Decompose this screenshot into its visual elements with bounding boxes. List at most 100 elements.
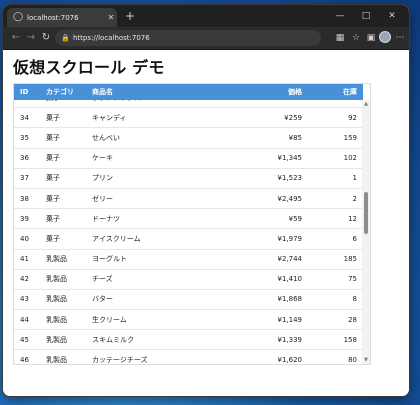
- table-cell-id: 35: [14, 127, 40, 149]
- table-row: 34 菓子 キャンディ ¥259 92: [14, 107, 363, 129]
- table-cell-name: カッテージチーズ: [86, 349, 202, 364]
- table-cell-stock: 158: [308, 329, 363, 351]
- virtual-scroll-container[interactable]: ID カテゴリ 商品名 価格 在庫 34 菓子 キャンディ ¥259 92 35…: [13, 83, 371, 365]
- table-cell-name: ゼリー: [86, 188, 202, 210]
- table-cell-price: ¥85: [202, 127, 308, 149]
- table-cell-category: 菓子: [40, 208, 86, 230]
- table-cell-category: 乳製品: [40, 249, 86, 270]
- product-table: ID カテゴリ 商品名 価格 在庫: [14, 84, 363, 100]
- table-cell-price: ¥1,620: [202, 349, 308, 364]
- table-cell-id: 43: [14, 289, 40, 311]
- minimize-button[interactable]: —: [329, 8, 351, 24]
- table-cell-stock: 80: [308, 349, 363, 364]
- table-cell-id: 42: [14, 269, 40, 290]
- table-row: 45 乳製品 スキムミルク ¥1,339 158: [14, 329, 363, 351]
- table-cell-name: ポテトチップス: [86, 100, 202, 109]
- refresh-icon[interactable]: ↻: [39, 31, 53, 45]
- table-row: 35 菓子 せんべい ¥85 159: [14, 127, 363, 149]
- table-cell-category: 菓子: [40, 100, 86, 109]
- table-cell-stock: 8: [308, 289, 363, 311]
- table-cell-category: 乳製品: [40, 349, 86, 364]
- table-cell-category: 菓子: [40, 228, 86, 250]
- page-content: 仮想スクロール デモ ID カテゴリ 商品名 価格 在庫 34 菓子 キャンディ…: [3, 50, 409, 396]
- tab-title: localhost:7076: [27, 13, 79, 22]
- table-cell-name: チーズ: [86, 269, 202, 290]
- table-cell-category: 菓子: [40, 168, 86, 189]
- table-cell-price: ¥152: [202, 100, 308, 109]
- table-cell-id: 36: [14, 148, 40, 169]
- scroll-down-arrow-icon[interactable]: ▼: [362, 357, 370, 363]
- table-cell-price: ¥2,744: [202, 249, 308, 270]
- table-cell-price: ¥1,339: [202, 329, 308, 351]
- table-row: 46 乳製品 カッテージチーズ ¥1,620 80: [14, 349, 363, 364]
- new-tab-button[interactable]: +: [123, 9, 137, 23]
- table-cell-name: アイスクリーム: [86, 228, 202, 250]
- table-cell-id: 38: [14, 188, 40, 210]
- table-cell-name: スキムミルク: [86, 329, 202, 351]
- address-url: https://localhost:7076: [73, 34, 150, 42]
- table-cell-price: ¥1,979: [202, 228, 308, 250]
- table-cell-name: キャンディ: [86, 107, 202, 129]
- table-cell-category: 菓子: [40, 148, 86, 169]
- table-cell-price: ¥1,523: [202, 168, 308, 189]
- table-row: 39 菓子 ドーナツ ¥59 12: [14, 208, 363, 230]
- column-header-stock: 在庫: [343, 88, 357, 96]
- table-cell-name: ドーナツ: [86, 208, 202, 230]
- maximize-button[interactable]: □: [355, 8, 377, 24]
- table-cell-price: ¥1,345: [202, 148, 308, 169]
- table-cell-stock: 145: [308, 100, 363, 109]
- table-cell-category: 菓子: [40, 107, 86, 129]
- scrollbar-thumb[interactable]: [364, 192, 368, 234]
- address-bar[interactable]: 🔒 https://localhost:7076: [55, 30, 321, 46]
- table-cell-price: ¥259: [202, 107, 308, 129]
- table-cell-category: 乳製品: [40, 329, 86, 351]
- close-window-button[interactable]: ✕: [381, 8, 403, 24]
- table-cell-stock: 6: [308, 228, 363, 250]
- table-cell-id: 46: [14, 349, 40, 364]
- close-tab-icon[interactable]: ✕: [105, 13, 117, 22]
- table-row: 38 菓子 ゼリー ¥2,495 2: [14, 188, 363, 210]
- table-cell-name: プリン: [86, 168, 202, 189]
- forward-icon[interactable]: →: [24, 31, 38, 45]
- table-cell-category: 菓子: [40, 127, 86, 149]
- table-cell-id: 41: [14, 249, 40, 270]
- table-cell-id: 37: [14, 168, 40, 189]
- table-cell-name: バター: [86, 289, 202, 311]
- table-cell-price: ¥1,410: [202, 269, 308, 290]
- table-cell-stock: 185: [308, 249, 363, 270]
- scroll-up-arrow-icon[interactable]: ▲: [362, 101, 370, 107]
- table-cell-price: ¥59: [202, 208, 308, 230]
- table-cell-stock: 102: [308, 148, 363, 169]
- table-cell-stock: 28: [308, 309, 363, 331]
- table-row: 41 乳製品 ヨーグルト ¥2,744 185: [14, 249, 363, 270]
- table-cell-stock: 159: [308, 127, 363, 149]
- table-cell-stock: 92: [308, 107, 363, 129]
- table-row: 36 菓子 ケーキ ¥1,345 102: [14, 148, 363, 169]
- table-cell-price: ¥1,149: [202, 309, 308, 331]
- table-cell-stock: 2: [308, 188, 363, 210]
- table-cell-category: 乳製品: [40, 309, 86, 331]
- back-icon[interactable]: ←: [9, 31, 23, 45]
- table-cell-id: 39: [14, 208, 40, 230]
- title-bar: ◯ localhost:7076 ✕ + — □ ✕: [3, 5, 409, 27]
- table-cell-stock: 1: [308, 168, 363, 189]
- profile-avatar[interactable]: [379, 31, 391, 43]
- globe-icon: ◯: [13, 12, 24, 22]
- vertical-scrollbar[interactable]: ▲ ▼: [362, 100, 370, 364]
- column-header-id: ID: [20, 88, 29, 96]
- browser-toolbar: ← → ↻ 🔒 https://localhost:7076 ▦ ☆ ▣ ⋯: [3, 27, 409, 50]
- collections-icon[interactable]: ▣: [364, 31, 378, 45]
- table-cell-name: ケーキ: [86, 148, 202, 169]
- column-header-name: 商品名: [92, 88, 113, 96]
- browser-tab[interactable]: ◯ localhost:7076 ✕: [7, 8, 117, 27]
- table-body-viewport: 33菓子ポテトチップス¥15214534菓子キャンディ¥2599235菓子せんべ…: [14, 100, 363, 364]
- table-cell-name: 生クリーム: [86, 309, 202, 331]
- tab-actions-icon[interactable]: ▦: [333, 31, 347, 45]
- product-table-body: 33菓子ポテトチップス¥15214534菓子キャンディ¥2599235菓子せんべ…: [14, 100, 363, 364]
- table-cell-id: 44: [14, 309, 40, 331]
- table-cell-price: ¥1,868: [202, 289, 308, 311]
- more-options-icon[interactable]: ⋯: [393, 31, 407, 45]
- favorites-star-icon[interactable]: ☆: [349, 31, 363, 45]
- column-header-category: カテゴリ: [46, 88, 74, 96]
- table-row: 42 乳製品 チーズ ¥1,410 75: [14, 269, 363, 290]
